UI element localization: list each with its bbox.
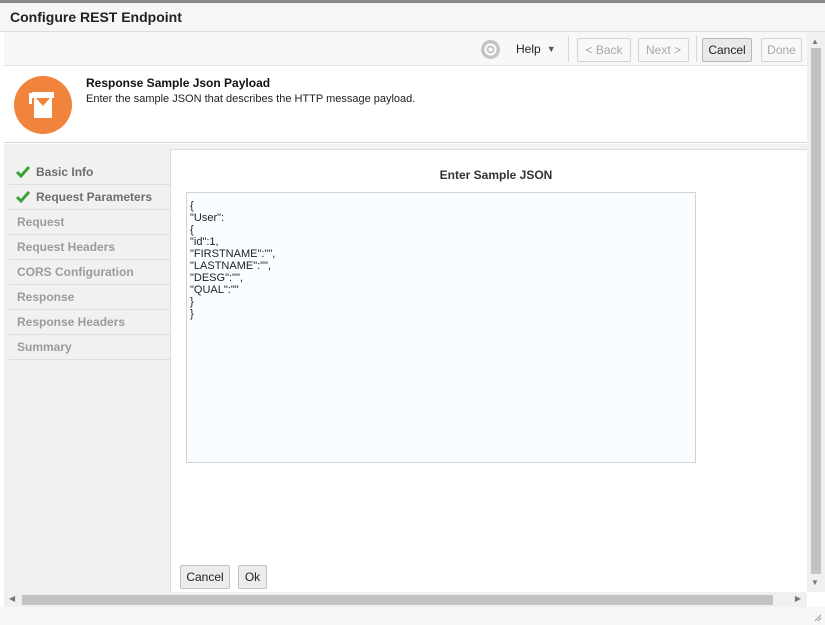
- checkmark-icon: [16, 166, 30, 178]
- nav-item-summary[interactable]: Summary: [9, 335, 173, 360]
- toolbar-separator: [696, 36, 697, 62]
- vertical-scrollbar[interactable]: ▲ ▼: [807, 32, 825, 592]
- json-cancel-button[interactable]: Cancel: [180, 565, 230, 589]
- vertical-scroll-thumb[interactable]: [811, 48, 821, 574]
- page-description: Enter the sample JSON that describes the…: [86, 93, 416, 105]
- cancel-button[interactable]: Cancel: [702, 38, 752, 62]
- nav-item-label: Summary: [17, 340, 72, 354]
- window-title: Configure REST Endpoint: [10, 9, 182, 25]
- scroll-left-icon[interactable]: ◀: [9, 594, 15, 603]
- nav-item-basic-info[interactable]: Basic Info: [9, 160, 173, 185]
- json-ok-button[interactable]: Ok: [238, 565, 267, 589]
- nav-item-request[interactable]: Request: [9, 210, 173, 235]
- back-button[interactable]: < Back: [577, 38, 631, 62]
- wizard-body: Basic Info Request Parameters Request Re…: [4, 144, 807, 592]
- scroll-right-icon[interactable]: ▶: [795, 594, 801, 603]
- page-title: Response Sample Json Payload: [86, 76, 271, 90]
- resize-grip-icon[interactable]: [812, 612, 822, 622]
- nav-item-request-parameters[interactable]: Request Parameters: [9, 185, 173, 210]
- done-button[interactable]: Done: [761, 38, 802, 62]
- nav-item-label: Basic Info: [36, 165, 94, 179]
- help-label: Help: [516, 42, 541, 56]
- content-panel: Enter Sample JSON { "User": { "id":1, "F…: [170, 149, 807, 592]
- next-button[interactable]: Next >: [638, 38, 689, 62]
- wizard-nav: Basic Info Request Parameters Request Re…: [9, 160, 173, 360]
- nav-item-label: Response Headers: [17, 315, 126, 329]
- checkmark-icon: [16, 191, 30, 203]
- nav-item-cors-configuration[interactable]: CORS Configuration: [9, 260, 173, 285]
- title-bar: Configure REST Endpoint: [0, 3, 825, 32]
- nav-item-label: Response: [17, 290, 75, 304]
- payload-badge-icon: [14, 76, 72, 134]
- toolbar: Help ▼ < Back Next > Cancel Done: [4, 32, 807, 66]
- chevron-down-icon: ▼: [546, 44, 556, 54]
- help-menu[interactable]: Help ▼: [516, 42, 556, 56]
- page-header: Response Sample Json Payload Enter the s…: [4, 67, 807, 143]
- section-title: Enter Sample JSON: [439, 168, 553, 182]
- toolbar-separator: [568, 36, 569, 62]
- horizontal-scrollbar[interactable]: ◀ ▶: [4, 592, 807, 607]
- help-icon[interactable]: [481, 40, 500, 59]
- nav-item-request-headers[interactable]: Request Headers: [9, 235, 173, 260]
- nav-item-response-headers[interactable]: Response Headers: [9, 310, 173, 335]
- nav-item-response[interactable]: Response: [9, 285, 173, 310]
- horizontal-scroll-thumb[interactable]: [22, 595, 773, 605]
- nav-item-label: Request Headers: [17, 240, 116, 254]
- dialog-footer: [0, 607, 825, 625]
- nav-item-label: Request Parameters: [36, 190, 153, 204]
- scroll-up-icon[interactable]: ▲: [811, 37, 819, 46]
- scroll-down-icon[interactable]: ▼: [811, 578, 819, 587]
- nav-item-label: CORS Configuration: [17, 265, 134, 279]
- sample-json-input[interactable]: { "User": { "id":1, "FIRSTNAME":"", "LAS…: [186, 192, 696, 463]
- nav-item-label: Request: [17, 215, 65, 229]
